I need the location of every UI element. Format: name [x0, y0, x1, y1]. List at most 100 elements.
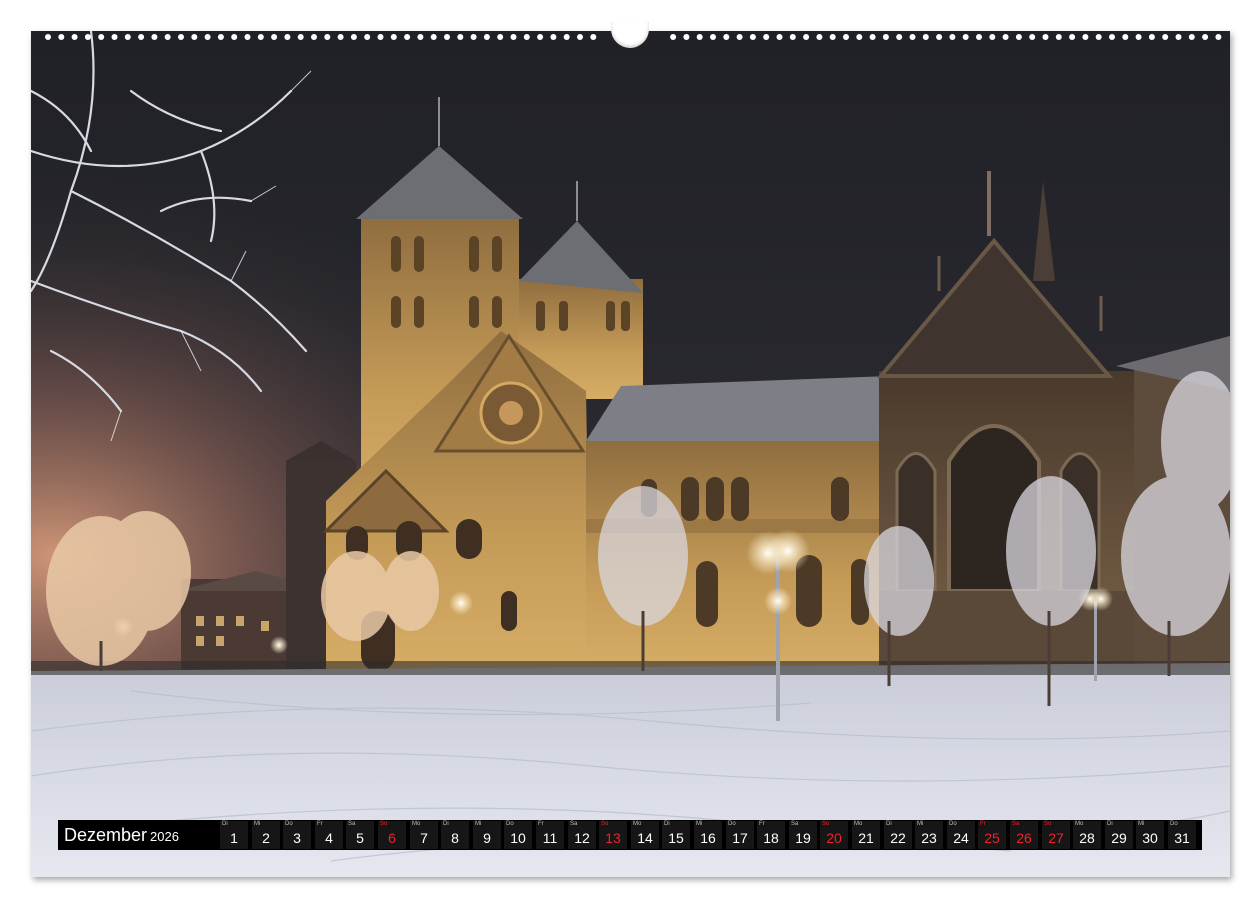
- day-weekday: Sa: [791, 821, 799, 827]
- day-weekday: Di: [443, 821, 449, 827]
- day-weekday: Di: [664, 821, 670, 827]
- day-number: 4: [325, 830, 333, 846]
- month-year: 2026: [150, 829, 179, 844]
- day-number: 6: [388, 830, 396, 846]
- day-cell: Mi 9: [473, 821, 501, 849]
- day-number: 11: [542, 830, 558, 846]
- day-number: 13: [605, 830, 621, 846]
- day-number: 9: [483, 830, 491, 846]
- day-number: 27: [1048, 830, 1064, 846]
- day-cell: Mi 23: [915, 821, 943, 849]
- day-number: 1: [230, 830, 238, 846]
- day-cell: Sa 12: [568, 821, 596, 849]
- cover-photo: [31, 31, 1230, 877]
- day-cell: Di 15: [662, 821, 690, 849]
- day-weekday: Do: [285, 821, 293, 827]
- day-cell: Sa 26: [1010, 821, 1038, 849]
- day-number: 26: [1016, 830, 1032, 846]
- day-cell: Mo 28: [1073, 821, 1101, 849]
- month-strip: Dezember 2026 Di 1 Mi 2 Do 3 Fr 4 Sa 5 So 6 Mo 7 Di 8 Mi 9…: [58, 820, 1202, 850]
- day-number: 16: [700, 830, 716, 846]
- day-cell: Mi 30: [1136, 821, 1164, 849]
- month-name: Dezember: [64, 825, 148, 845]
- day-number: 21: [858, 830, 874, 846]
- day-weekday: Mi: [917, 821, 924, 827]
- day-weekday: Mi: [696, 821, 703, 827]
- day-cell: Mi 16: [694, 821, 722, 849]
- day-cell: Do 24: [947, 821, 975, 849]
- day-weekday: Do: [949, 821, 957, 827]
- day-cell: Sa 5: [346, 821, 374, 849]
- day-weekday: Mi: [475, 821, 482, 827]
- day-weekday: Mo: [633, 821, 642, 827]
- day-weekday: So: [822, 821, 830, 827]
- day-cell: Sa 19: [789, 821, 817, 849]
- day-number: 7: [420, 830, 428, 846]
- day-cell: Fr 11: [536, 821, 564, 849]
- day-number: 28: [1079, 830, 1095, 846]
- day-weekday: Fr: [759, 821, 765, 827]
- day-weekday: Do: [728, 821, 736, 827]
- day-weekday: Di: [222, 821, 228, 827]
- day-cell: So 6: [378, 821, 406, 849]
- day-weekday: So: [1044, 821, 1052, 827]
- day-number: 15: [668, 830, 684, 846]
- day-weekday: So: [601, 821, 609, 827]
- day-weekday: Mo: [412, 821, 421, 827]
- day-cell: Di 1: [220, 821, 248, 849]
- day-cell: Mo 14: [631, 821, 659, 849]
- day-cell: Fr 4: [315, 821, 343, 849]
- day-number: 18: [763, 830, 779, 846]
- day-cell: Di 29: [1105, 821, 1133, 849]
- day-number: 17: [732, 830, 748, 846]
- day-number: 23: [921, 830, 937, 846]
- day-cell: So 27: [1042, 821, 1070, 849]
- day-number: 2: [262, 830, 270, 846]
- day-cell: Mo 7: [410, 821, 438, 849]
- day-weekday: Do: [1170, 821, 1178, 827]
- day-weekday: Fr: [538, 821, 544, 827]
- day-weekday: Do: [506, 821, 514, 827]
- day-number: 10: [510, 830, 526, 846]
- day-number: 12: [574, 830, 590, 846]
- day-weekday: Sa: [348, 821, 356, 827]
- day-cell: Do 3: [283, 821, 311, 849]
- day-weekday: Di: [1107, 821, 1113, 827]
- day-weekday: Fr: [317, 821, 323, 827]
- day-cell: So 13: [599, 821, 627, 849]
- month-label: Dezember 2026: [64, 825, 179, 847]
- day-number: 29: [1111, 830, 1127, 846]
- day-weekday: Sa: [570, 821, 578, 827]
- day-weekday: Mi: [1138, 821, 1145, 827]
- day-cell: Di 22: [884, 821, 912, 849]
- day-number: 20: [826, 830, 842, 846]
- day-number: 22: [890, 830, 906, 846]
- day-weekday: Sa: [1012, 821, 1020, 827]
- day-number: 24: [953, 830, 969, 846]
- cathedral-night-illustration: [31, 31, 1230, 877]
- day-weekday: Mi: [254, 821, 261, 827]
- day-cell: Fr 18: [757, 821, 785, 849]
- day-number: 31: [1174, 830, 1190, 846]
- day-cell: Do 10: [504, 821, 532, 849]
- day-cell: Fr 25: [978, 821, 1006, 849]
- day-number: 25: [984, 830, 1000, 846]
- day-weekday: Mo: [854, 821, 863, 827]
- day-number: 3: [293, 830, 301, 846]
- day-weekday: Fr: [980, 821, 986, 827]
- day-number: 8: [451, 830, 459, 846]
- day-cell: Mo 21: [852, 821, 880, 849]
- day-weekday: Di: [886, 821, 892, 827]
- day-cell: Do 31: [1168, 821, 1196, 849]
- day-cell: Mi 2: [252, 821, 280, 849]
- day-number: 5: [356, 830, 364, 846]
- day-cell: Di 8: [441, 821, 469, 849]
- day-number: 14: [637, 830, 653, 846]
- day-weekday: So: [380, 821, 388, 827]
- day-number: 19: [795, 830, 811, 846]
- calendar-page: Dezember 2026 Di 1 Mi 2 Do 3 Fr 4 Sa 5 So 6 Mo 7 Di 8 Mi 9…: [0, 0, 1260, 908]
- day-cell: So 20: [820, 821, 848, 849]
- day-number: 30: [1142, 830, 1158, 846]
- day-cell: Do 17: [726, 821, 754, 849]
- day-weekday: Mo: [1075, 821, 1084, 827]
